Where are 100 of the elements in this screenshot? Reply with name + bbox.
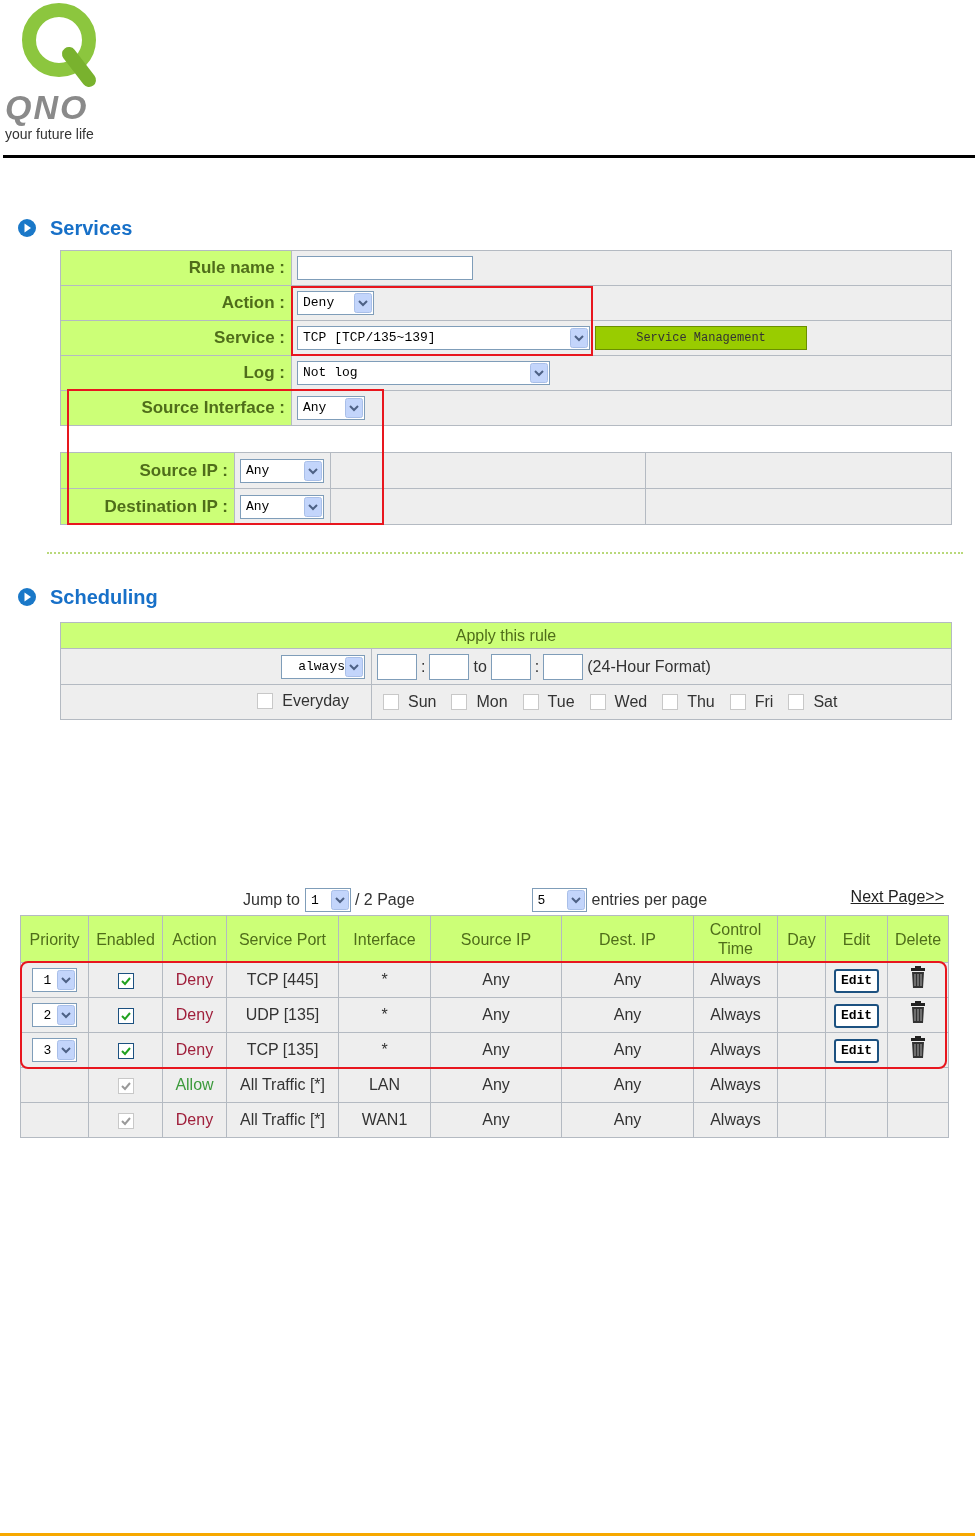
table-cell: Any <box>561 1102 694 1138</box>
time-separator: : <box>421 656 426 677</box>
dropdown[interactable]: TCP [TCP/135~139] <box>297 326 590 350</box>
table-cell: TCP [135] <box>226 1032 339 1068</box>
chevron-down-icon <box>304 460 322 481</box>
checkbox[interactable] <box>117 1042 134 1059</box>
minute-field[interactable] <box>429 653 470 680</box>
checkbox-label: Mon <box>476 692 508 712</box>
table-cell: All Traffic [*] <box>226 1102 339 1138</box>
table-cell: Always <box>693 997 778 1033</box>
page-total: / 2 Page <box>354 890 415 910</box>
to-label: to <box>473 656 487 677</box>
table-cell: TCP [445] <box>226 962 339 998</box>
chevron-down-icon <box>566 890 585 911</box>
dropdown[interactable]: always <box>281 654 365 679</box>
table-cell: Any <box>430 962 562 998</box>
entries-label: entries per page <box>591 890 708 910</box>
field-label: Source Interface : <box>60 390 292 426</box>
dropdown-value: Any <box>245 498 271 517</box>
table-cell: * <box>338 962 431 998</box>
dropdown-value: Any <box>245 462 271 481</box>
table-cell: * <box>338 997 431 1033</box>
minute-field[interactable] <box>543 653 584 680</box>
field-label: Source IP : <box>60 452 235 489</box>
trash-icon[interactable] <box>910 965 926 988</box>
column-header: Control Time <box>693 915 778 963</box>
trash-icon[interactable] <box>910 1035 926 1058</box>
field-label: Destination IP : <box>60 488 235 525</box>
column-header: Source IP <box>430 915 562 963</box>
table-cell: Always <box>693 1032 778 1068</box>
dropdown-value: 3 <box>42 1041 53 1060</box>
column-header: Delete <box>887 915 949 963</box>
service-management-button[interactable]: Service Management <box>595 326 807 350</box>
dropdown-value: 1 <box>309 891 320 910</box>
trash-icon[interactable] <box>910 1000 926 1023</box>
dropdown-value: always <box>297 658 345 677</box>
dropdown-value: 2 <box>42 1006 53 1025</box>
chevron-down-icon <box>57 1005 75 1026</box>
table-cell: Always <box>693 962 778 998</box>
chevron-down-icon <box>57 970 75 991</box>
section-title: Services <box>50 216 133 241</box>
page-dropdown[interactable]: 1 <box>304 888 351 913</box>
dropdown-value: 5 <box>536 891 547 910</box>
dropdown-value: 1 <box>42 971 53 990</box>
hour-field[interactable] <box>490 653 531 680</box>
format-note: (24-Hour Format) <box>587 656 711 677</box>
section-title: Scheduling <box>50 585 158 610</box>
chevron-down-icon <box>330 890 349 911</box>
hour-field[interactable] <box>377 653 417 680</box>
table-cell: UDP [135] <box>226 997 339 1033</box>
checkbox-label: Fri <box>754 692 774 712</box>
chevron-down-icon <box>345 398 363 418</box>
next-page-link[interactable]: Next Page>> <box>850 885 944 909</box>
priority-dropdown[interactable]: 1 <box>32 968 77 993</box>
edit-button[interactable]: Edit <box>833 1038 880 1063</box>
table-cell: Any <box>561 1067 694 1103</box>
action-value: Deny <box>175 971 214 988</box>
checkbox[interactable] <box>117 1007 134 1024</box>
checkbox-label: Sat <box>813 692 838 712</box>
table-cell: Any <box>430 1032 562 1068</box>
table-cell: Any <box>430 1102 562 1138</box>
table-header: Apply this rule <box>60 622 952 649</box>
checkbox[interactable] <box>117 972 134 989</box>
play-bullet-icon <box>17 587 37 607</box>
column-header: Enabled <box>88 915 163 963</box>
jump-label: Jump to <box>243 890 300 910</box>
dropdown[interactable]: Any <box>240 494 324 519</box>
table-cell: Any <box>561 962 694 998</box>
table-cell: Always <box>693 1102 778 1138</box>
table-cell: Any <box>430 1067 562 1103</box>
checkbox-label: Wed <box>614 692 648 712</box>
dropdown[interactable]: Any <box>240 458 324 483</box>
field-label: Action : <box>60 285 292 321</box>
priority-dropdown[interactable]: 2 <box>32 1003 77 1028</box>
chevron-down-icon <box>345 656 363 677</box>
column-header: Interface <box>338 915 431 963</box>
rule-name-field[interactable] <box>297 256 473 280</box>
time-separator: : <box>534 656 540 677</box>
table-cell: Any <box>561 997 694 1033</box>
dropdown-value: Deny <box>302 294 336 313</box>
dropdown-value: Not log <box>302 364 359 383</box>
edit-button[interactable]: Edit <box>833 968 880 993</box>
priority-dropdown[interactable]: 3 <box>32 1038 77 1063</box>
table-cell: Any <box>430 997 562 1033</box>
checkbox-label: Tue <box>547 692 575 712</box>
chevron-down-icon <box>304 496 322 517</box>
action-value: Deny <box>175 1041 214 1058</box>
column-header: Dest. IP <box>561 915 694 963</box>
play-bullet-icon <box>17 218 37 238</box>
field-label: Rule name : <box>60 250 292 286</box>
checkbox-label: Everyday <box>282 690 349 711</box>
chevron-down-icon <box>570 328 588 348</box>
dropdown[interactable]: Any <box>297 396 365 420</box>
dropdown[interactable]: Not log <box>297 361 550 385</box>
edit-button[interactable]: Edit <box>833 1003 880 1028</box>
dropdown[interactable]: Deny <box>297 291 374 315</box>
table-cell: * <box>338 1032 431 1068</box>
column-header: Service Port <box>226 915 339 963</box>
logo-tagline: your future life <box>5 126 95 144</box>
page-size-dropdown[interactable]: 5 <box>531 888 587 913</box>
